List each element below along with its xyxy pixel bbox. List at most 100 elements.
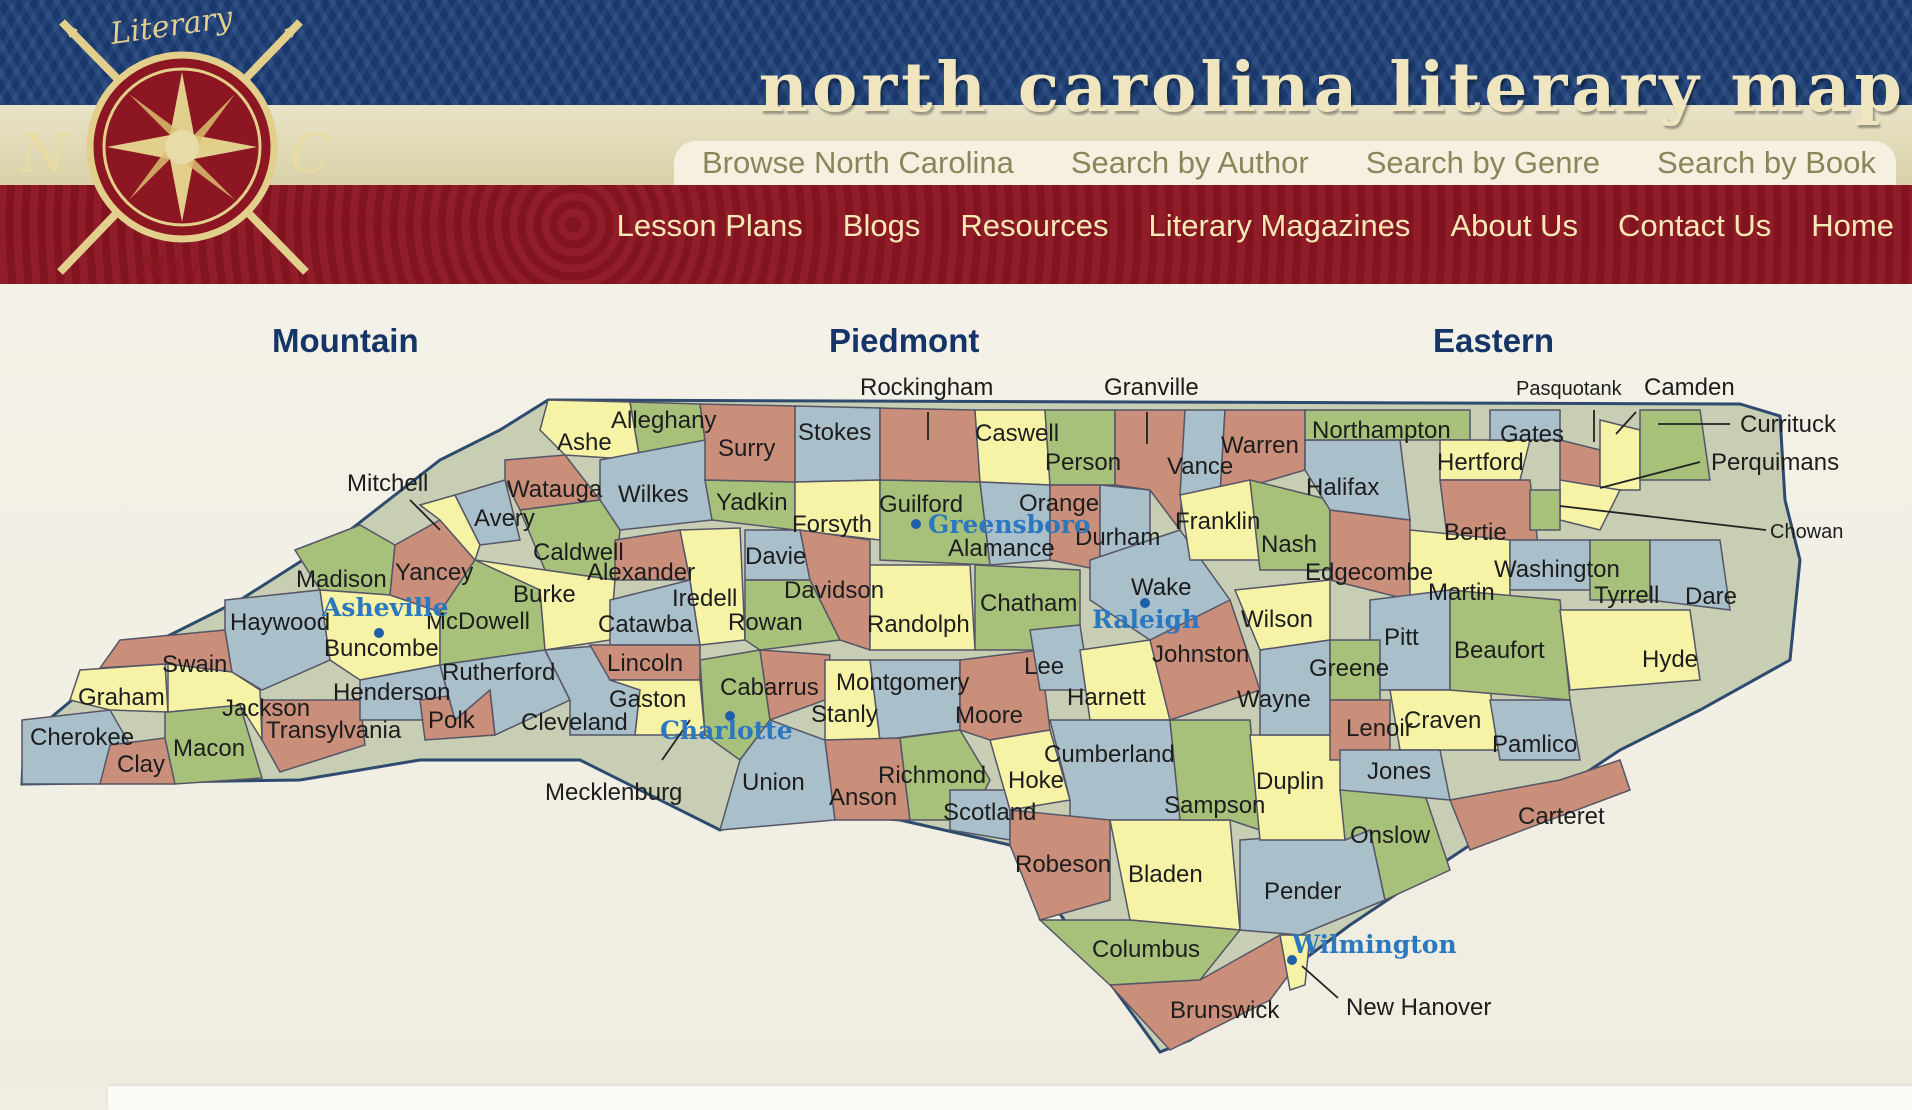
county-label-sampson[interactable]: Sampson bbox=[1164, 792, 1265, 819]
county-label-beaufort[interactable]: Beaufort bbox=[1454, 637, 1545, 664]
county-label-catawba[interactable]: Catawba bbox=[598, 611, 693, 638]
county-label-henderson[interactable]: Henderson bbox=[333, 679, 450, 706]
county-label-cumberland[interactable]: Cumberland bbox=[1044, 741, 1175, 768]
nav-contact-us[interactable]: Contact Us bbox=[1618, 208, 1771, 244]
county-label-hyde[interactable]: Hyde bbox=[1642, 646, 1698, 673]
county-chowan[interactable] bbox=[1529, 489, 1561, 531]
tab-search-by-genre[interactable]: Search by Genre bbox=[1366, 145, 1600, 181]
county-label-yadkin[interactable]: Yadkin bbox=[716, 489, 788, 516]
county-label-cherokee[interactable]: Cherokee bbox=[30, 724, 134, 751]
city-label-charlotte[interactable]: Charlotte bbox=[660, 716, 793, 745]
county-currituck[interactable] bbox=[1639, 409, 1711, 481]
county-label-halifax[interactable]: Halifax bbox=[1306, 474, 1379, 501]
county-label-bertie[interactable]: Bertie bbox=[1444, 519, 1507, 546]
county-label-edgecombe[interactable]: Edgecombe bbox=[1305, 559, 1433, 586]
county-label-clay[interactable]: Clay bbox=[117, 751, 165, 778]
county-label-davie[interactable]: Davie bbox=[745, 543, 806, 570]
county-label-johnston[interactable]: Johnston bbox=[1152, 641, 1249, 668]
county-label-chatham[interactable]: Chatham bbox=[980, 590, 1077, 617]
county-label-wake[interactable]: Wake bbox=[1131, 574, 1191, 601]
nav-resources[interactable]: Resources bbox=[960, 208, 1108, 244]
county-label-rowan[interactable]: Rowan bbox=[728, 609, 803, 636]
county-label-greene[interactable]: Greene bbox=[1309, 655, 1389, 682]
county-label-bladen[interactable]: Bladen bbox=[1128, 861, 1203, 888]
county-label-union[interactable]: Union bbox=[742, 769, 805, 796]
county-cumberland[interactable] bbox=[1049, 719, 1181, 821]
city-label-greensboro[interactable]: Greensboro bbox=[928, 510, 1091, 539]
county-label-burke[interactable]: Burke bbox=[513, 581, 576, 608]
county-label-gates[interactable]: Gates bbox=[1500, 421, 1564, 448]
county-label-person[interactable]: Person bbox=[1045, 449, 1121, 476]
county-label-surry[interactable]: Surry bbox=[718, 435, 775, 462]
county-label-caswell[interactable]: Caswell bbox=[975, 420, 1059, 447]
county-label-pitt[interactable]: Pitt bbox=[1384, 624, 1419, 651]
tab-search-by-author[interactable]: Search by Author bbox=[1071, 145, 1309, 181]
nav-literary-magazines[interactable]: Literary Magazines bbox=[1149, 208, 1411, 244]
tab-search-by-book[interactable]: Search by Book bbox=[1657, 145, 1876, 181]
county-label-graham[interactable]: Graham bbox=[78, 684, 165, 711]
tab-browse-north-carolina[interactable]: Browse North Carolina bbox=[702, 145, 1014, 181]
county-label-currituck[interactable]: Currituck bbox=[1740, 411, 1837, 438]
county-label-dare[interactable]: Dare bbox=[1685, 583, 1737, 610]
county-label-mitchell[interactable]: Mitchell bbox=[347, 470, 428, 497]
county-label-polk[interactable]: Polk bbox=[428, 707, 476, 734]
county-label-nash[interactable]: Nash bbox=[1261, 531, 1317, 558]
county-label-ashe[interactable]: Ashe bbox=[557, 429, 612, 456]
county-label-iredell[interactable]: Iredell bbox=[672, 585, 737, 612]
county-label-swain[interactable]: Swain bbox=[162, 651, 227, 678]
county-label-wilkes[interactable]: Wilkes bbox=[618, 481, 689, 508]
county-label-granville[interactable]: Granville bbox=[1104, 374, 1199, 401]
county-label-chowan[interactable]: Chowan bbox=[1770, 521, 1843, 543]
county-label-scotland[interactable]: Scotland bbox=[943, 799, 1036, 826]
county-label-tyrrell[interactable]: Tyrrell bbox=[1594, 582, 1659, 609]
county-label-alleghany[interactable]: Alleghany bbox=[611, 407, 716, 434]
county-label-pasquotank[interactable]: Pasquotank bbox=[1516, 378, 1623, 400]
county-label-martin[interactable]: Martin bbox=[1428, 579, 1495, 606]
county-label-pender[interactable]: Pender bbox=[1264, 878, 1341, 905]
nav-home[interactable]: Home bbox=[1811, 208, 1894, 244]
county-label-richmond[interactable]: Richmond bbox=[878, 762, 986, 789]
county-label-camden[interactable]: Camden bbox=[1644, 374, 1735, 401]
county-label-onslow[interactable]: Onslow bbox=[1350, 822, 1431, 849]
county-label-mecklenburg[interactable]: Mecklenburg bbox=[545, 779, 682, 806]
county-label-transylvania[interactable]: Transylvania bbox=[266, 717, 402, 744]
county-label-duplin[interactable]: Duplin bbox=[1256, 768, 1324, 795]
city-dot-greensboro[interactable] bbox=[911, 519, 921, 529]
nav-lesson-plans[interactable]: Lesson Plans bbox=[617, 208, 803, 244]
county-label-northampton[interactable]: Northampton bbox=[1312, 417, 1451, 444]
county-label-macon[interactable]: Macon bbox=[173, 735, 245, 762]
county-label-perquimans[interactable]: Perquimans bbox=[1711, 449, 1839, 476]
county-label-montgomery[interactable]: Montgomery bbox=[836, 669, 969, 696]
county-label-jones[interactable]: Jones bbox=[1367, 758, 1431, 785]
county-label-avery[interactable]: Avery bbox=[474, 505, 535, 532]
county-label-lincoln[interactable]: Lincoln bbox=[607, 650, 683, 677]
county-label-buncombe[interactable]: Buncombe bbox=[324, 635, 439, 662]
county-label-rockingham[interactable]: Rockingham bbox=[860, 374, 993, 401]
nav-blogs[interactable]: Blogs bbox=[843, 208, 921, 244]
county-label-yancey[interactable]: Yancey bbox=[395, 559, 473, 586]
county-label-cleveland[interactable]: Cleveland bbox=[521, 709, 628, 736]
county-label-moore[interactable]: Moore bbox=[955, 702, 1023, 729]
county-label-hertford[interactable]: Hertford bbox=[1437, 449, 1524, 476]
county-label-carteret[interactable]: Carteret bbox=[1518, 803, 1605, 830]
county-label-gaston[interactable]: Gaston bbox=[609, 686, 686, 713]
nav-about-us[interactable]: About Us bbox=[1450, 208, 1578, 244]
county-label-randolph[interactable]: Randolph bbox=[867, 611, 970, 638]
county-label-alexander[interactable]: Alexander bbox=[587, 559, 695, 586]
county-label-new-hanover[interactable]: New Hanover bbox=[1346, 994, 1491, 1021]
site-logo[interactable]: Literary Map N C bbox=[0, 0, 360, 290]
county-label-robeson[interactable]: Robeson bbox=[1015, 851, 1111, 878]
county-label-cabarrus[interactable]: Cabarrus bbox=[720, 674, 819, 701]
county-rockingham[interactable] bbox=[879, 407, 981, 483]
city-label-wilmington[interactable]: Wilmington bbox=[1291, 930, 1457, 959]
county-label-haywood[interactable]: Haywood bbox=[230, 609, 330, 636]
county-label-lenoir[interactable]: Lenoir bbox=[1346, 715, 1413, 742]
county-label-warren[interactable]: Warren bbox=[1221, 432, 1299, 459]
county-label-watauga[interactable]: Watauga bbox=[507, 476, 603, 503]
county-label-wayne[interactable]: Wayne bbox=[1237, 686, 1311, 713]
county-label-rutherford[interactable]: Rutherford bbox=[442, 659, 555, 686]
county-label-lee[interactable]: Lee bbox=[1024, 653, 1064, 680]
county-label-stokes[interactable]: Stokes bbox=[798, 419, 871, 446]
county-label-brunswick[interactable]: Brunswick bbox=[1170, 997, 1280, 1024]
county-label-wilson[interactable]: Wilson bbox=[1241, 606, 1313, 633]
